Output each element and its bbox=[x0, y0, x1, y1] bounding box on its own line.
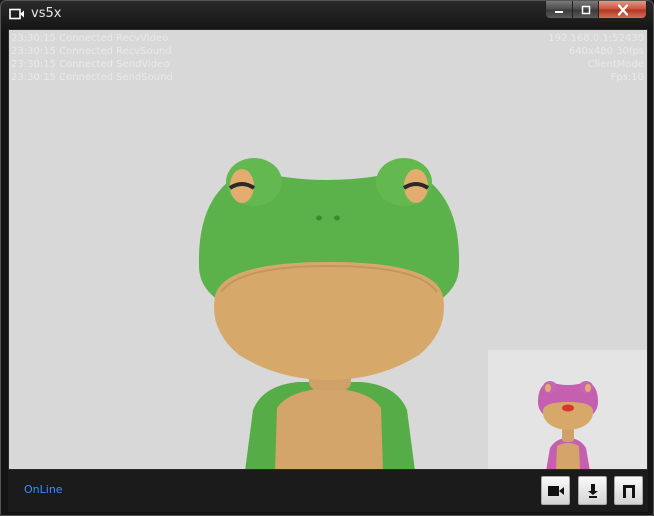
download-icon bbox=[587, 483, 598, 498]
close-icon bbox=[617, 3, 628, 16]
video-camera-icon bbox=[547, 485, 564, 496]
minimize-button[interactable] bbox=[545, 1, 573, 19]
minimize-icon bbox=[555, 10, 563, 13]
connection-log: 23:30:15 Connected RecvVideo 23:30:15 Co… bbox=[11, 32, 173, 84]
maximize-icon bbox=[581, 5, 590, 14]
app-window: vs5x 23:30:15 Connected RecvVideo 23:30:… bbox=[0, 0, 654, 516]
local-video-frame bbox=[488, 350, 647, 469]
caption-buttons bbox=[545, 1, 647, 21]
log-line: 23:30:15 Connected SendVideo bbox=[11, 59, 170, 70]
connection-stats: 192.168.0.1:52430 640x480 30fps ClientMo… bbox=[548, 32, 644, 84]
local-video-preview[interactable] bbox=[488, 350, 647, 469]
window-mode-button[interactable] bbox=[614, 476, 643, 505]
log-line: 23:30:15 Connected RecvVideo bbox=[11, 33, 169, 44]
video-toggle-button[interactable] bbox=[541, 476, 570, 505]
download-button[interactable] bbox=[578, 476, 607, 505]
bottom-bar: OnLine bbox=[8, 470, 648, 512]
stat-line: 192.168.0.1:52430 bbox=[548, 33, 644, 44]
stat-line: 640x480 30fps bbox=[568, 46, 644, 57]
stat-line: Fps:10 bbox=[610, 72, 644, 83]
connection-status: OnLine bbox=[24, 483, 63, 496]
log-line: 23:30:15 Connected SendSound bbox=[11, 72, 173, 83]
window-icon bbox=[622, 484, 635, 498]
stat-line: ClientMode bbox=[587, 59, 644, 70]
remote-video: 23:30:15 Connected RecvVideo 23:30:15 Co… bbox=[8, 29, 648, 470]
window-title: vs5x bbox=[31, 6, 62, 21]
video-camera-icon bbox=[9, 8, 24, 20]
close-button[interactable] bbox=[599, 1, 647, 19]
title-bar[interactable]: vs5x bbox=[1, 1, 653, 27]
log-line: 23:30:15 Connected RecvSound bbox=[11, 46, 172, 57]
maximize-button[interactable] bbox=[573, 1, 599, 19]
